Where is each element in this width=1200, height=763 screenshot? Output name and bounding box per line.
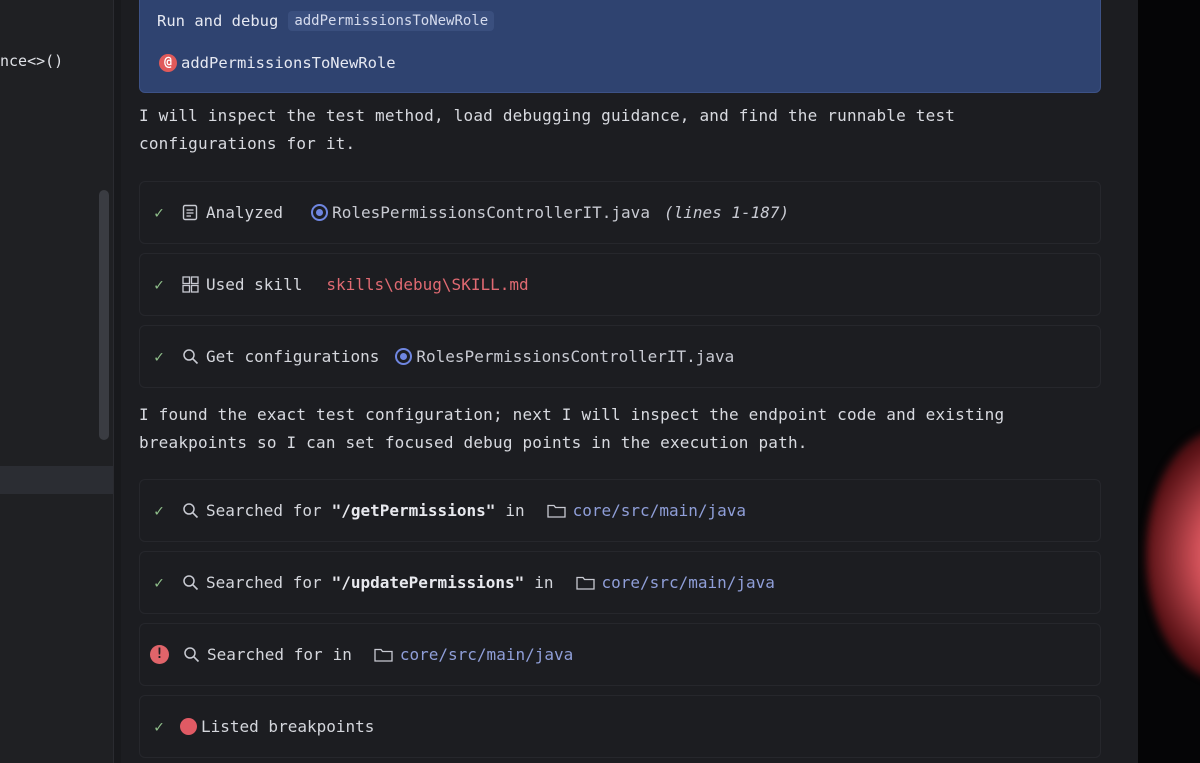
desktop-edge <box>1138 0 1200 763</box>
path-link[interactable]: core/src/main/java <box>573 501 746 520</box>
assistant-paragraph: I will inspect the test method, load deb… <box>139 106 956 153</box>
editor-scrollbar[interactable] <box>99 190 109 440</box>
user-message: Run and debug addPermissionsToNewRole @ … <box>139 0 1101 93</box>
step-label: Searched for <box>207 645 323 664</box>
method-chip[interactable]: addPermissionsToNewRole <box>288 11 495 31</box>
in-label: in <box>534 573 554 592</box>
check-icon: ✓ <box>154 501 164 520</box>
check-icon: ✓ <box>154 717 164 736</box>
file-link[interactable]: RolesPermissionsControllerIT.java <box>332 203 650 222</box>
panel-splitter[interactable] <box>113 0 121 763</box>
path-link[interactable]: core/src/main/java <box>602 573 775 592</box>
check-icon: ✓ <box>154 203 164 222</box>
cursor-glow <box>1146 430 1200 680</box>
search-icon <box>181 646 201 663</box>
folder-icon <box>374 647 394 662</box>
current-line-highlight <box>0 466 113 494</box>
user-message-text: Run and debug <box>157 12 279 30</box>
step-label: Used skill <box>206 275 303 294</box>
java-class-icon <box>311 204 329 221</box>
step-analyzed[interactable]: ✓ Analyzed RolesPermissionsControllerIT.… <box>139 181 1101 244</box>
step-label: Listed breakpoints <box>201 717 375 736</box>
step-search-error[interactable]: ! Searched for in core/src/main/java <box>139 623 1101 686</box>
user-message-line: Run and debug addPermissionsToNewRole <box>157 11 495 31</box>
in-label: in <box>332 645 352 664</box>
search-icon <box>180 348 200 365</box>
search-icon <box>180 502 200 519</box>
assistant-paragraph: I found the exact test configuration; ne… <box>139 405 1005 452</box>
search-query: "/updatePermissions" <box>331 573 525 592</box>
error-icon: ! <box>150 645 169 664</box>
step-search-getpermissions[interactable]: ✓ Searched for "/getPermissions" in core… <box>139 479 1101 542</box>
file-link[interactable]: RolesPermissionsControllerIT.java <box>416 347 734 366</box>
mention-line: @ addPermissionsToNewRole <box>159 54 396 72</box>
step-label: Searched for <box>206 573 322 592</box>
step-get-configurations[interactable]: ✓ Get configurations RolesPermissionsCon… <box>139 325 1101 388</box>
mention-icon: @ <box>159 54 177 72</box>
check-icon: ✓ <box>154 573 164 592</box>
editor-panel: nce<>() <box>0 0 113 763</box>
java-class-icon <box>395 348 413 365</box>
folder-icon <box>576 575 596 590</box>
grid-icon <box>180 276 200 293</box>
step-label: Analyzed <box>206 203 284 222</box>
mention-text[interactable]: addPermissionsToNewRole <box>181 54 396 72</box>
document-icon <box>180 204 200 221</box>
line-range: (lines 1-187) <box>663 203 790 222</box>
search-icon <box>180 574 200 591</box>
folder-icon <box>547 503 567 518</box>
step-search-updatepermissions[interactable]: ✓ Searched for "/updatePermissions" in c… <box>139 551 1101 614</box>
step-label: Get configurations <box>206 347 380 366</box>
step-used-skill[interactable]: ✓ Used skill skills\debug\SKILL.md <box>139 253 1101 316</box>
step-label: Searched for <box>206 501 322 520</box>
path-link[interactable]: core/src/main/java <box>400 645 573 664</box>
code-fragment: nce<>() <box>0 52 64 70</box>
skill-link[interactable]: skills\debug\SKILL.md <box>326 275 528 294</box>
search-query: "/getPermissions" <box>331 501 496 520</box>
in-label: in <box>505 501 525 520</box>
breakpoint-icon <box>180 718 197 735</box>
check-icon: ✓ <box>154 275 164 294</box>
check-icon: ✓ <box>154 347 164 366</box>
step-listed-breakpoints[interactable]: ✓ Listed breakpoints <box>139 695 1101 758</box>
